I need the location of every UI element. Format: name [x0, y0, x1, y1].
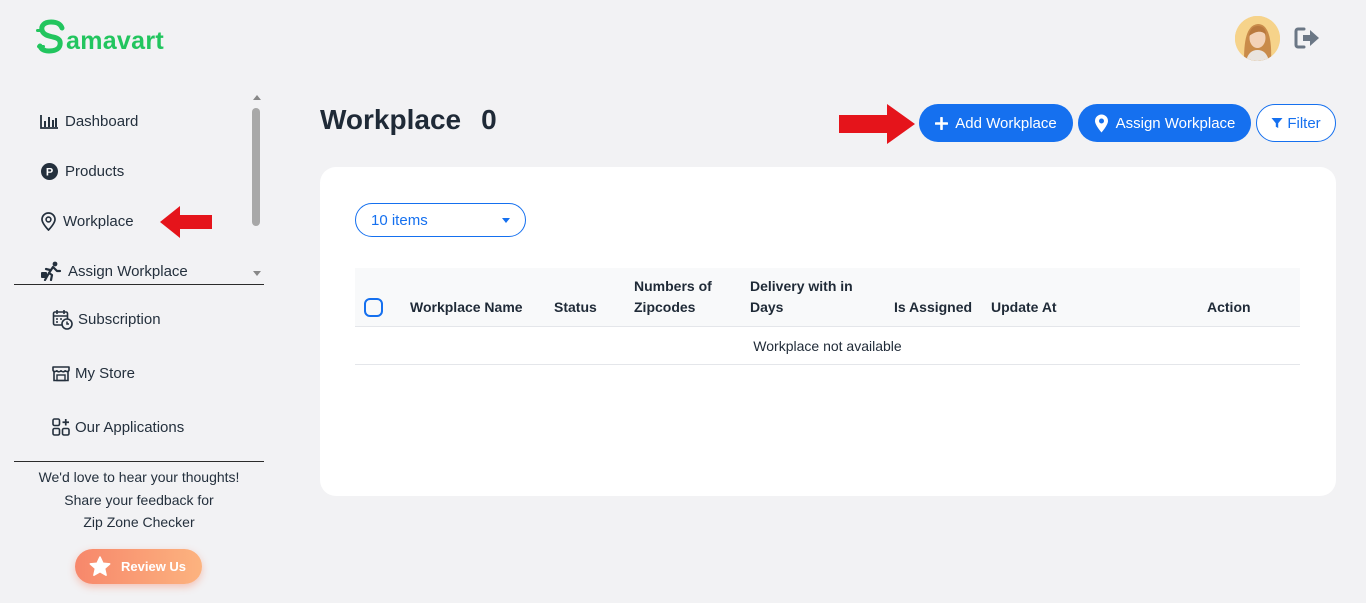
- sidebar-item-assign-workplace[interactable]: Assign Workplace: [40, 258, 188, 284]
- page-size-select[interactable]: 10 items: [355, 203, 526, 237]
- sidebar-divider: [14, 461, 264, 462]
- select-all-checkbox[interactable]: [364, 298, 383, 317]
- column-header-workplace-name[interactable]: Workplace Name: [410, 297, 523, 318]
- column-header-action: Action: [1207, 299, 1251, 315]
- p-circle-icon: P: [41, 162, 58, 180]
- filter-label: Filter: [1287, 114, 1321, 132]
- logout-icon[interactable]: [1294, 26, 1322, 50]
- review-us-button[interactable]: Review Us: [75, 549, 202, 584]
- add-workplace-label: Add Workplace: [955, 114, 1057, 132]
- workplace-table-card: 10 items Workplace Name Status Numbers o…: [320, 167, 1336, 496]
- column-header-delivery-days[interactable]: Delivery with in Days: [750, 276, 865, 318]
- filter-button[interactable]: Filter: [1256, 104, 1336, 142]
- annotation-arrow-left-icon: [160, 206, 212, 238]
- brand-name: amavart: [66, 27, 164, 55]
- assign-workplace-label: Assign Workplace: [1115, 114, 1236, 132]
- svg-text:P: P: [46, 166, 53, 178]
- feedback-line: We'd love to hear your thoughts!: [38, 469, 240, 485]
- apps-grid-icon: [52, 418, 70, 436]
- user-avatar[interactable]: [1235, 16, 1280, 61]
- sidebar-item-products[interactable]: P Products: [40, 158, 124, 184]
- sidebar-item-label: Workplace: [63, 212, 134, 230]
- star-icon: [89, 556, 111, 576]
- scroll-thumb[interactable]: [252, 108, 260, 226]
- sidebar-item-our-applications[interactable]: Our Applications: [52, 414, 184, 440]
- sidebar-item-label: My Store: [75, 364, 136, 382]
- bar-chart-icon: [40, 114, 58, 129]
- chevron-down-icon: [502, 218, 510, 223]
- map-marker-icon: [1094, 114, 1108, 132]
- feedback-line: Share your feedback for: [64, 491, 214, 508]
- column-header-is-assigned[interactable]: Is Assigned: [894, 297, 972, 318]
- sidebar-nav[interactable]: Dashboard P Products Workplace Assign Wo…: [14, 92, 264, 284]
- column-header-update-at[interactable]: Update At: [991, 297, 1057, 318]
- sidebar-item-my-store[interactable]: My Store: [52, 360, 135, 386]
- sidebar-item-workplace[interactable]: Workplace: [40, 208, 134, 234]
- table-header: Workplace Name Status Numbers of Zipcode…: [355, 268, 1300, 327]
- sidebar-scrollbar[interactable]: [250, 92, 263, 282]
- sidebar-item-subscription[interactable]: Subscription: [52, 306, 161, 332]
- sidebar-item-label: Subscription: [78, 310, 161, 328]
- sidebar-divider: [14, 284, 264, 285]
- assign-workplace-button[interactable]: Assign Workplace: [1078, 104, 1251, 142]
- add-workplace-button[interactable]: Add Workplace: [919, 104, 1073, 142]
- scroll-down-arrow-icon[interactable]: [253, 271, 261, 276]
- filter-icon: [1271, 118, 1283, 128]
- column-header-numbers-of-zipcodes[interactable]: Numbers of Zipcodes: [634, 276, 724, 318]
- scroll-up-arrow-icon[interactable]: [253, 95, 261, 100]
- workplace-count: 0: [481, 104, 497, 135]
- review-us-label: Review Us: [121, 559, 187, 574]
- annotation-arrow-right-icon: [839, 104, 915, 144]
- plus-icon: [935, 116, 949, 130]
- brand-logo[interactable]: amavart: [36, 16, 164, 56]
- page-size-value: 10 items: [371, 211, 428, 229]
- empty-state-row: Workplace not available: [355, 327, 1300, 365]
- store-icon: [52, 365, 70, 381]
- sidebar-item-dashboard[interactable]: Dashboard: [40, 108, 138, 134]
- calendar-clock-icon: [52, 309, 73, 330]
- sidebar-item-label: Assign Workplace: [68, 262, 188, 280]
- logo-s-icon: [36, 18, 66, 56]
- sidebar-item-label: Products: [65, 162, 125, 180]
- feedback-text: We'd love to hear your thoughts! Share y…: [14, 466, 264, 534]
- sidebar-item-label: Our Applications: [75, 418, 185, 436]
- column-header-status[interactable]: Status: [554, 297, 597, 318]
- feedback-line: Zip Zone Checker: [83, 514, 195, 530]
- delivery-runner-icon: [41, 261, 62, 281]
- page-title: Workplace 0: [320, 104, 497, 136]
- page-title-text: Workplace: [320, 104, 462, 135]
- sidebar-item-label: Dashboard: [65, 112, 139, 130]
- map-pin-icon: [41, 211, 56, 231]
